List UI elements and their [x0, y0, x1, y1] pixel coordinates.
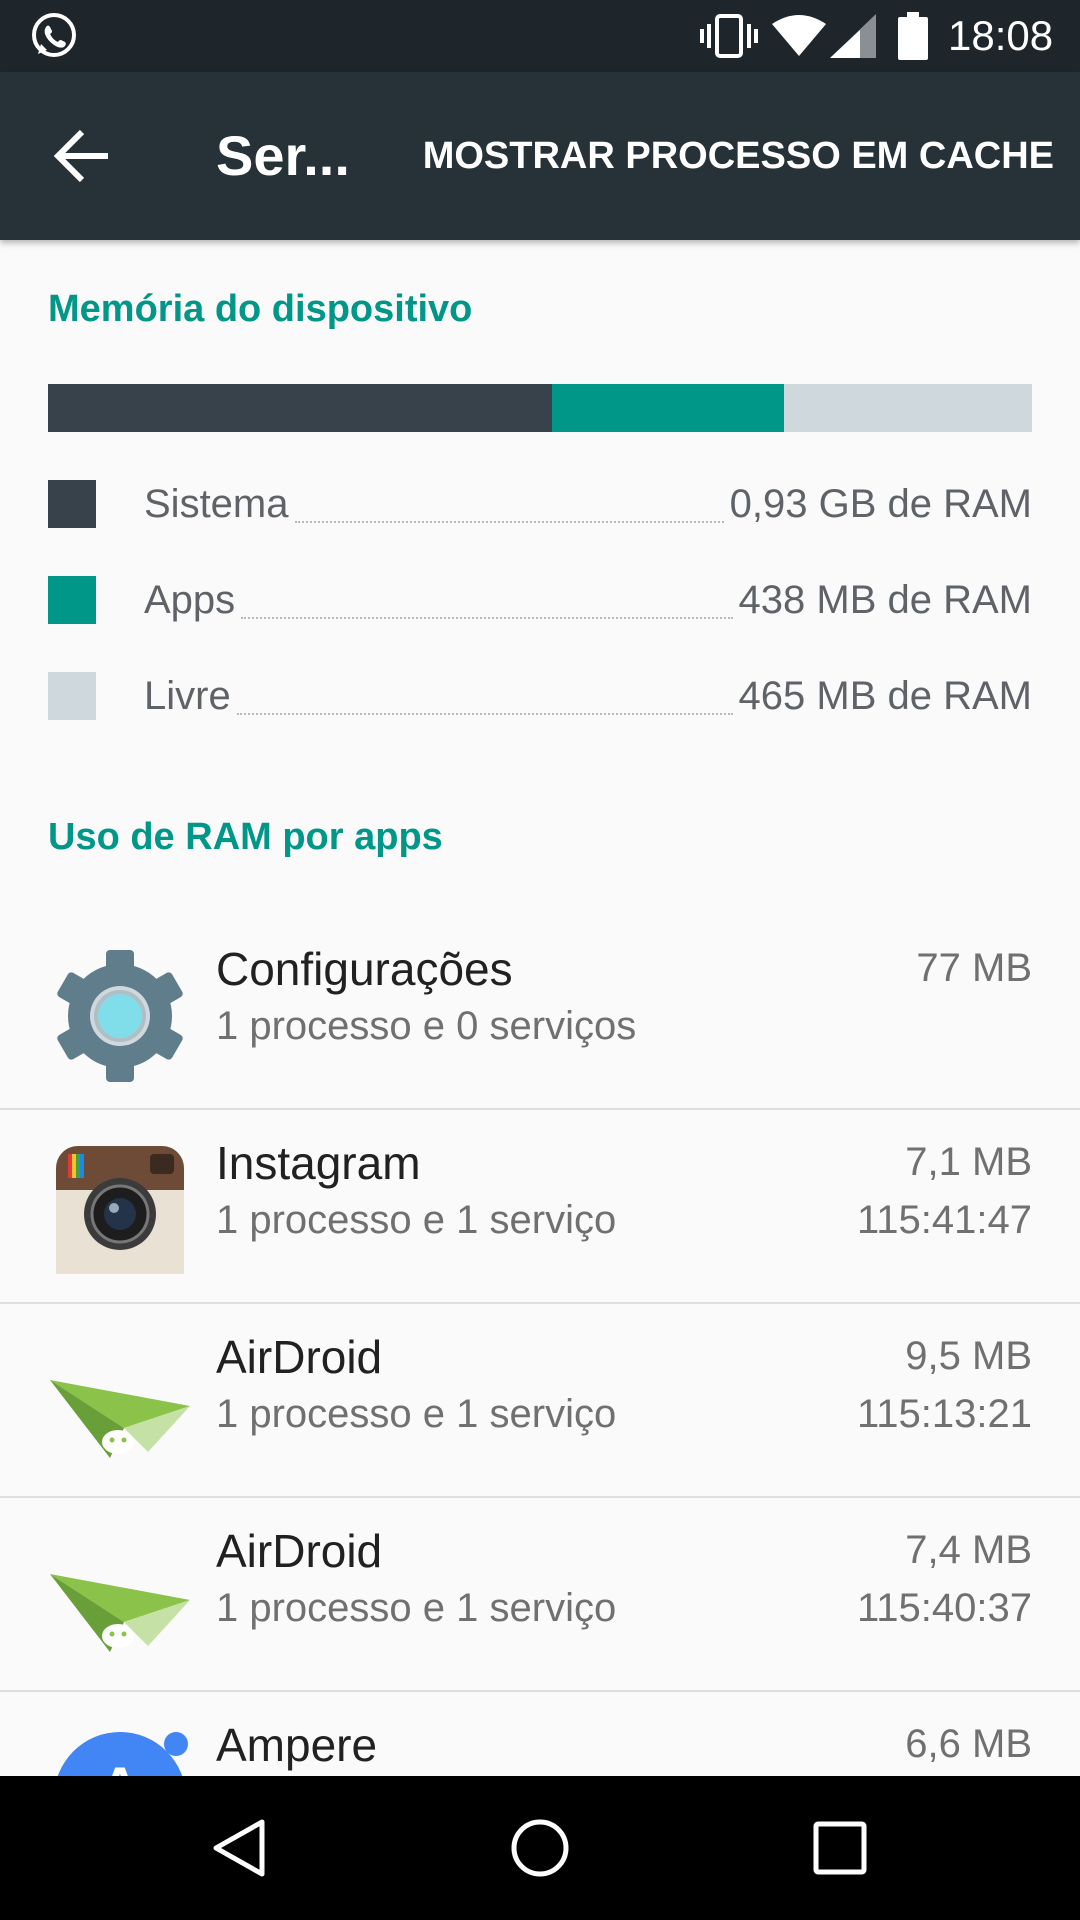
back-triangle-icon[interactable]	[204, 1812, 276, 1884]
memory-bar-free	[784, 384, 1032, 432]
app-process-info: 1 processo e 1 serviço	[216, 1392, 617, 1436]
airdroid-icon	[50, 1380, 190, 1458]
app-ram-size: 77 MB	[916, 946, 1032, 990]
whatsapp-icon	[32, 13, 76, 57]
app-running-time: 115:41:47	[857, 1198, 1032, 1242]
app-running-time: 115:40:37	[857, 1586, 1032, 1630]
app-name: AirDroid	[216, 1331, 383, 1383]
legend-dotted-leader	[294, 507, 724, 523]
recents-square-icon[interactable]	[804, 1812, 876, 1884]
legend-value: 0,93 GB de RAM	[729, 481, 1032, 526]
memory-bar-system	[48, 384, 552, 432]
app-name: Instagram	[216, 1137, 421, 1189]
memory-section-title: Memória do dispositivo	[48, 288, 473, 330]
legend-dotted-leader	[241, 603, 733, 619]
app-row-settings[interactable]: Configurações 1 processo e 0 serviços 77…	[0, 916, 1080, 1110]
app-row-airdroid-2[interactable]: AirDroid 1 processo e 1 serviço 7,4 MB 1…	[0, 1498, 1080, 1692]
app-name: Ampere	[216, 1719, 378, 1771]
legend-swatch	[48, 576, 96, 624]
legend-row-system: Sistema 0,93 GB de RAM	[48, 474, 1032, 534]
cell-signal-icon	[830, 14, 876, 58]
show-cached-processes-button[interactable]: MOSTRAR PROCESSO EM CACHE	[423, 122, 1054, 190]
legend-label: Apps	[144, 577, 236, 622]
status-clock: 18:08	[948, 12, 1054, 59]
vibrate-icon	[700, 14, 758, 58]
app-ram-size: 6,6 MB	[905, 1722, 1032, 1766]
legend-row-free: Livre 465 MB de RAM	[48, 666, 1032, 726]
navigation-bar	[0, 1776, 1080, 1920]
app-process-info: 1 processo e 1 serviço	[216, 1586, 617, 1630]
memory-usage-bar	[48, 384, 1032, 432]
settings-gear-icon	[57, 950, 183, 1082]
back-arrow-icon[interactable]	[52, 128, 112, 184]
legend-dotted-leader	[236, 699, 733, 715]
legend-swatch	[48, 480, 96, 528]
legend-swatch	[48, 672, 96, 720]
app-process-info: 1 processo e 0 serviços	[216, 1004, 637, 1048]
app-running-time: 115:13:21	[857, 1392, 1032, 1436]
app-row-instagram[interactable]: Instagram 1 processo e 1 serviço 7,1 MB …	[0, 1110, 1080, 1304]
memory-bar-apps	[551, 384, 785, 432]
instagram-icon	[56, 1146, 184, 1274]
app-ram-size: 7,1 MB	[905, 1140, 1032, 1184]
app-process-info: 1 processo e 1 serviço	[216, 1198, 617, 1242]
app-ram-size: 9,5 MB	[905, 1334, 1032, 1378]
legend-row-apps: Apps 438 MB de RAM	[48, 570, 1032, 630]
legend-value: 465 MB de RAM	[738, 673, 1032, 718]
status-bar: 18:08	[0, 0, 1080, 72]
app-name: Configurações	[216, 943, 513, 995]
app-name: AirDroid	[216, 1525, 383, 1577]
app-ram-size: 7,4 MB	[905, 1528, 1032, 1572]
apps-section-title: Uso de RAM por apps	[48, 816, 443, 858]
legend-value: 438 MB de RAM	[738, 577, 1032, 622]
home-circle-icon[interactable]	[504, 1812, 576, 1884]
legend-label: Sistema	[144, 481, 289, 526]
app-row-airdroid[interactable]: AirDroid 1 processo e 1 serviço 9,5 MB 1…	[0, 1304, 1080, 1498]
wifi-icon	[772, 15, 826, 56]
battery-icon	[898, 12, 928, 60]
legend-label: Livre	[144, 673, 231, 718]
app-toolbar: Ser... MOSTRAR PROCESSO EM CACHE	[0, 72, 1080, 240]
airdroid-icon	[50, 1574, 190, 1652]
page-title: Ser...	[216, 124, 350, 187]
